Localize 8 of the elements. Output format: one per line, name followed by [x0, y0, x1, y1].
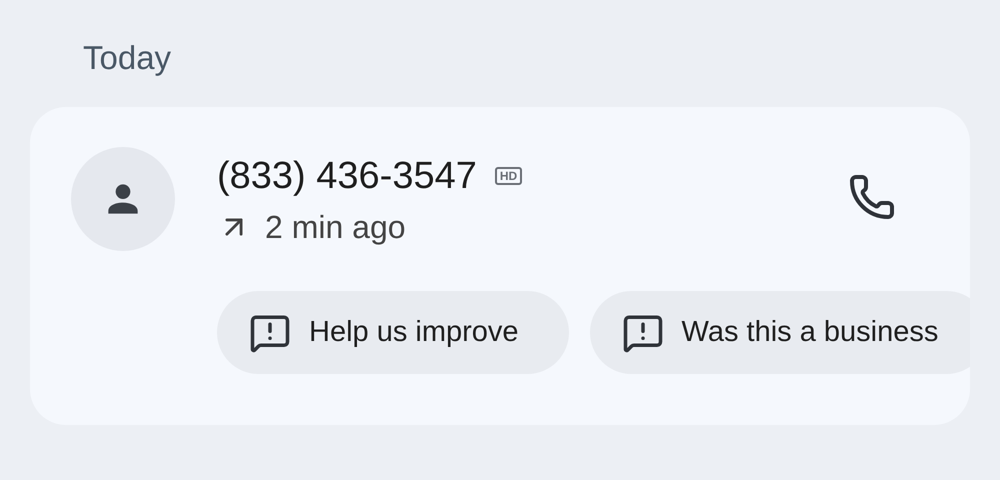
phone-number: (833) 436-3547: [217, 154, 477, 199]
feedback-chip[interactable]: Was this a business: [590, 291, 970, 374]
phone-icon: [848, 173, 896, 221]
call-card[interactable]: (833) 436-3547 HD 2 min ago Help us improve Was this a business: [30, 107, 970, 425]
feedback-chip[interactable]: Help us improve: [217, 291, 569, 374]
section-heading: Today: [83, 38, 172, 78]
hd-badge: HD: [494, 167, 522, 185]
call-time: 2 min ago: [265, 208, 406, 247]
